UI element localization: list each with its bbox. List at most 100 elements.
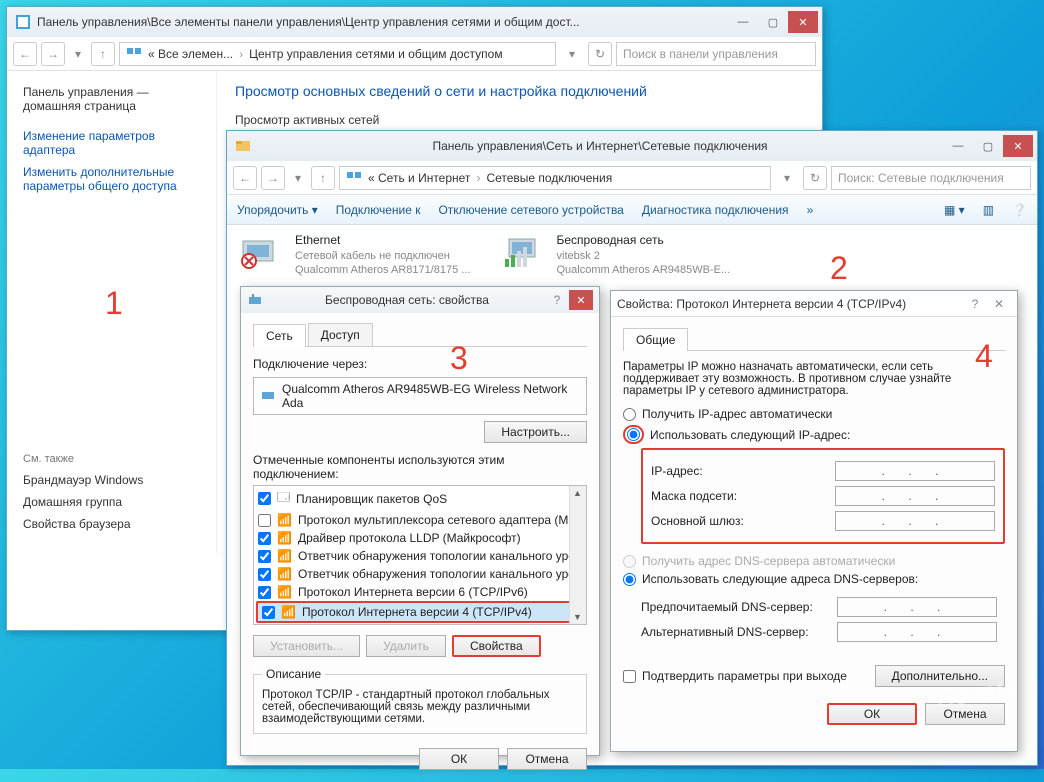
search-input[interactable]: Поиск в панели управления: [616, 42, 816, 66]
close-button[interactable]: ✕: [1003, 135, 1033, 157]
chevron-down-icon[interactable]: ▾: [560, 42, 584, 66]
ok-button[interactable]: ОК: [827, 703, 917, 725]
proto-icon: 📶: [277, 549, 292, 563]
close-button[interactable]: ✕: [788, 11, 818, 33]
breadcrumb-1[interactable]: « Все элемен...: [148, 47, 233, 61]
list-item-tcpipv4: Протокол Интернета версии 4 (TCP/IPv4): [302, 605, 532, 619]
close-button[interactable]: ✕: [569, 290, 593, 310]
connection-wifi[interactable]: Беспроводная сеть vitebsk 2 Qualcomm Ath…: [501, 233, 731, 277]
components-listbox[interactable]: 🗔Планировщик пакетов QoS 📶Протокол мульт…: [253, 485, 587, 625]
chevron-right-icon: ›: [239, 47, 243, 61]
minimize-button[interactable]: —: [943, 135, 973, 157]
dialog-titlebar[interactable]: Беспроводная сеть: свойства ? ✕: [241, 287, 599, 313]
sidebar-see-browser[interactable]: Свойства браузера: [23, 517, 200, 531]
back-button[interactable]: ←: [13, 42, 37, 66]
sidebar-see-firewall[interactable]: Брандмауэр Windows: [23, 473, 200, 487]
list-item: Ответчик обнаружения топологии канальног…: [298, 567, 581, 581]
chk[interactable]: [258, 532, 271, 545]
back-button[interactable]: ←: [233, 166, 257, 190]
adapter-name: Qualcomm Atheros AR9485WB-EG Wireless Ne…: [282, 382, 580, 410]
chk[interactable]: [258, 568, 271, 581]
radio-ip-auto[interactable]: [623, 408, 636, 421]
sidebar-see-also-hdr: См. также: [23, 453, 200, 465]
tab-general[interactable]: Общие: [623, 328, 688, 351]
chk[interactable]: [258, 514, 271, 527]
ok-button[interactable]: ОК: [419, 748, 499, 770]
sidebar-see-homegroup[interactable]: Домашняя группа: [23, 495, 200, 509]
preferred-dns-input[interactable]: . . .: [837, 597, 997, 617]
configure-button[interactable]: Настроить...: [484, 421, 587, 443]
chk[interactable]: [258, 586, 271, 599]
list-item: Протокол Интернета версии 6 (TCP/IPv6): [298, 585, 528, 599]
validate-on-exit[interactable]: Подтвердить параметры при выходе: [623, 669, 847, 683]
maximize-button[interactable]: ▢: [758, 11, 788, 33]
proto-icon: 📶: [281, 605, 296, 619]
sidebar-link-adapter-settings[interactable]: Изменение параметров адаптера: [23, 129, 200, 157]
subnet-mask-input[interactable]: . . .: [835, 486, 995, 506]
titlebar[interactable]: Панель управления\Все элементы панели уп…: [7, 7, 822, 37]
breadcrumb-2[interactable]: Сетевые подключения: [486, 171, 612, 185]
adapter-icon: [260, 387, 276, 406]
history-dropdown[interactable]: ▾: [69, 42, 87, 66]
folder-icon: [235, 138, 251, 154]
wifi-icon: [501, 233, 547, 271]
validate-checkbox[interactable]: [623, 670, 636, 683]
sidebar-link-sharing-settings[interactable]: Изменить дополнительные параметры общего…: [23, 165, 200, 193]
chk[interactable]: [258, 550, 271, 563]
chevron-down-icon[interactable]: ▾: [775, 166, 799, 190]
breadcrumb-1[interactable]: « Сеть и Интернет: [368, 171, 470, 185]
tab-sharing[interactable]: Доступ: [308, 323, 373, 346]
breadcrumb-2[interactable]: Центр управления сетями и общим доступом: [249, 47, 503, 61]
description-group: Описание Протокол TCP/IP - стандартный п…: [253, 667, 587, 734]
advanced-button[interactable]: Дополнительно...: [875, 665, 1005, 687]
address-toolbar: ← → ▾ ↑ « Все элемен... › Центр управлен…: [7, 37, 822, 71]
connection-ethernet[interactable]: Ethernet Сетевой кабель не подключен Qua…: [239, 233, 471, 277]
preview-pane-button[interactable]: ▥: [983, 203, 994, 217]
radio-dns-manual[interactable]: [623, 573, 636, 586]
forward-button[interactable]: →: [41, 42, 65, 66]
chk[interactable]: [258, 492, 271, 505]
cancel-button[interactable]: Отмена: [925, 703, 1005, 725]
menu-disable-device[interactable]: Отключение сетевого устройства: [438, 203, 623, 217]
properties-button[interactable]: Свойства: [452, 635, 541, 657]
gateway-input[interactable]: . . .: [835, 511, 995, 531]
menu-organize[interactable]: Упорядочить ▾: [237, 203, 318, 217]
refresh-button[interactable]: ↻: [588, 42, 612, 66]
connection-title: Беспроводная сеть: [557, 233, 731, 249]
cancel-button[interactable]: Отмена: [507, 748, 587, 770]
up-button[interactable]: ↑: [311, 166, 335, 190]
menu-overflow[interactable]: »: [807, 203, 814, 217]
install-button[interactable]: Установить...: [253, 635, 360, 657]
help-button[interactable]: ?: [545, 290, 569, 310]
view-icons-button[interactable]: ▦ ▾: [944, 203, 965, 217]
address-toolbar: ← → ▾ ↑ « Сеть и Интернет › Сетевые подк…: [227, 161, 1037, 195]
address-bar[interactable]: « Сеть и Интернет › Сетевые подключения: [339, 166, 771, 190]
annotation-2: 2: [830, 250, 848, 287]
menu-diagnose[interactable]: Диагностика подключения: [642, 203, 789, 217]
radio-ip-auto-label: Получить IP-адрес автоматически: [642, 407, 832, 421]
history-dropdown[interactable]: ▾: [289, 166, 307, 190]
radio-ip-manual[interactable]: [627, 428, 640, 441]
chk[interactable]: [262, 606, 275, 619]
maximize-button[interactable]: ▢: [973, 135, 1003, 157]
sidebar-home[interactable]: Панель управления — домашняя страница: [23, 85, 200, 113]
forward-button[interactable]: →: [261, 166, 285, 190]
ip-address-input[interactable]: . . .: [835, 461, 995, 481]
titlebar[interactable]: Панель управления\Сеть и Интернет\Сетевы…: [227, 131, 1037, 161]
minimize-button[interactable]: —: [728, 11, 758, 33]
alt-dns-input[interactable]: . . .: [837, 622, 997, 642]
tab-network[interactable]: Сеть: [253, 324, 306, 347]
scrollbar[interactable]: [569, 486, 586, 624]
search-input[interactable]: Поиск: Сетевые подключения: [831, 166, 1031, 190]
radio-dns-manual-label: Использовать следующие адреса DNS-сервер…: [642, 572, 918, 586]
up-button[interactable]: ↑: [91, 42, 115, 66]
menu-connect-to[interactable]: Подключение к: [336, 203, 421, 217]
address-bar[interactable]: « Все элемен... › Центр управления сетям…: [119, 42, 556, 66]
dialog-titlebar[interactable]: Свойства: Протокол Интернета версии 4 (T…: [611, 291, 1017, 317]
refresh-button[interactable]: ↻: [803, 166, 827, 190]
help-button[interactable]: ❔: [1012, 203, 1027, 217]
remove-button[interactable]: Удалить: [366, 635, 446, 657]
help-button[interactable]: ?: [963, 294, 987, 314]
list-item: Протокол мультиплексора сетевого адаптер…: [298, 513, 582, 527]
close-button[interactable]: ✕: [987, 294, 1011, 314]
